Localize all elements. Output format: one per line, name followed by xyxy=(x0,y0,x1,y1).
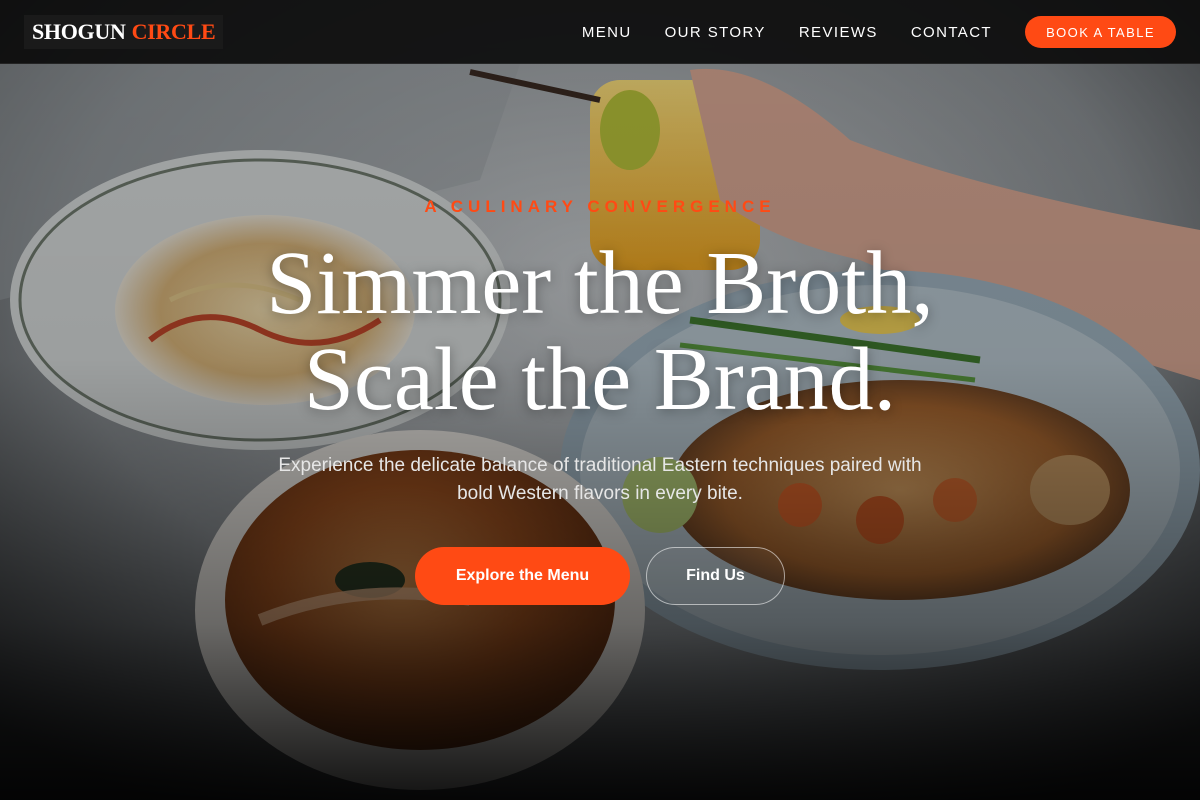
main-nav: MENU OUR STORY REVIEWS CONTACT xyxy=(582,0,992,64)
explore-menu-button[interactable]: Explore the Menu xyxy=(415,547,630,605)
nav-link-menu[interactable]: MENU xyxy=(582,24,632,41)
hero-headline-line-1: Simmer the Broth, xyxy=(266,234,934,333)
site-header: SHOGUN CIRCLE MENU OUR STORY REVIEWS CON… xyxy=(0,0,1200,64)
hero-headline-line-2: Scale the Brand. xyxy=(303,330,897,429)
hero-subtitle: Experience the delicate balance of tradi… xyxy=(278,455,922,504)
nav-link-contact[interactable]: CONTACT xyxy=(911,24,992,41)
brand-logo[interactable]: SHOGUN CIRCLE xyxy=(24,15,224,49)
hero-cta-group: Explore the Menu Find Us xyxy=(0,547,1200,605)
brand-name-accent: CIRCLE xyxy=(131,19,216,44)
hero-headline: Simmer the Broth, Scale the Brand. xyxy=(0,236,1200,428)
book-a-table-button[interactable]: BOOK A TABLE xyxy=(1025,16,1176,48)
nav-link-our-story[interactable]: OUR STORY xyxy=(665,24,766,41)
nav-link-reviews[interactable]: REVIEWS xyxy=(799,24,878,41)
find-us-button[interactable]: Find Us xyxy=(646,547,785,605)
brand-name-primary: SHOGUN xyxy=(32,19,126,44)
hero-eyebrow: A CULINARY CONVERGENCE xyxy=(424,197,776,216)
landing-page: SHOGUN CIRCLE MENU OUR STORY REVIEWS CON… xyxy=(0,0,1200,800)
